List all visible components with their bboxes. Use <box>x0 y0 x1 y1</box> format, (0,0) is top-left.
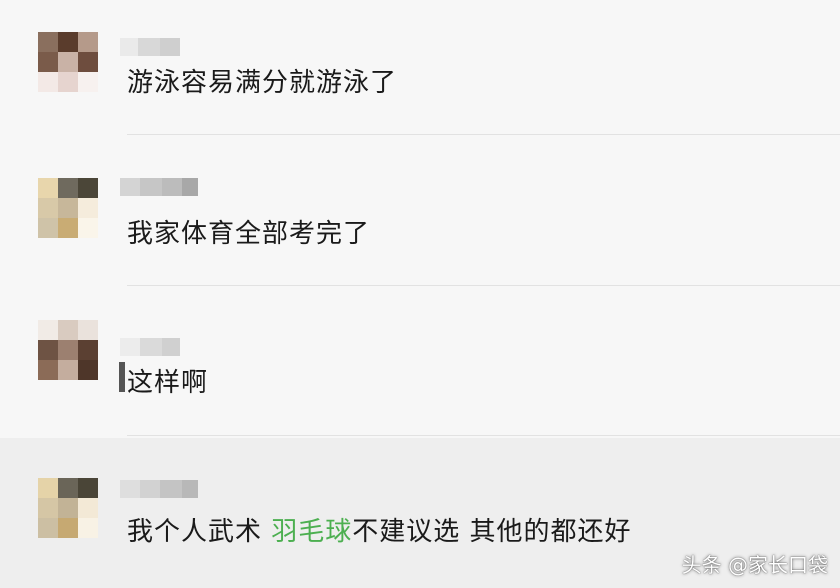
highlighted-keyword[interactable]: 羽毛球 <box>271 517 352 547</box>
divider <box>127 134 840 135</box>
avatar[interactable] <box>38 32 98 92</box>
username-blurred[interactable] <box>120 480 198 498</box>
divider <box>127 435 840 436</box>
comment-item[interactable]: 这样啊 <box>0 300 840 450</box>
avatar[interactable] <box>38 478 98 538</box>
comment-text: 我个人武术 羽毛球不建议选 其他的都还好 <box>127 511 632 548</box>
username-blurred[interactable] <box>120 178 198 196</box>
username-blurred[interactable] <box>120 38 180 56</box>
text-cursor-icon <box>119 362 125 392</box>
comment-text-part: 不建议选 其他的都还好 <box>352 517 632 547</box>
watermark: 头条 @家长口袋 <box>681 553 828 577</box>
avatar[interactable] <box>38 178 98 238</box>
comment-text: 这样啊 <box>127 368 209 398</box>
comment-item[interactable]: 我家体育全部考完了 <box>0 150 840 300</box>
comment-text: 我家体育全部考完了 <box>127 219 371 249</box>
comment-item[interactable]: 游泳容易满分就游泳了 <box>0 0 840 150</box>
comment-text-part: 我个人武术 <box>127 517 272 547</box>
username-blurred[interactable] <box>120 338 180 356</box>
comment-text: 游泳容易满分就游泳了 <box>127 68 398 98</box>
divider <box>127 285 840 286</box>
avatar[interactable] <box>38 320 98 380</box>
